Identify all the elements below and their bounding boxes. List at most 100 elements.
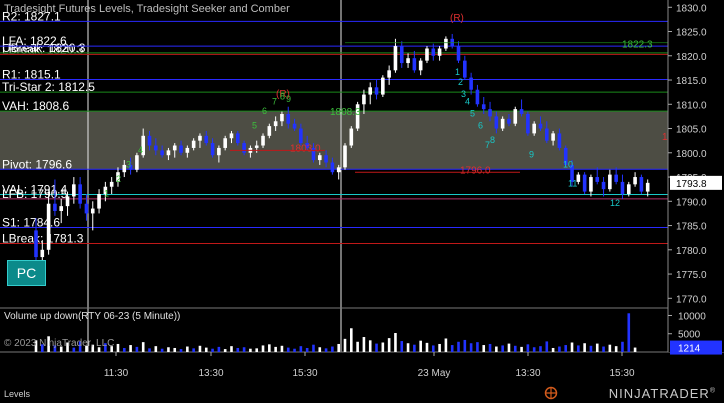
candle-body [532, 123, 536, 134]
time-tick-label: 15:30 [609, 368, 634, 379]
volume-bar [236, 347, 240, 352]
seeker-count-down: 10 [563, 159, 573, 169]
candle-body [254, 145, 259, 148]
chart-header-title: Tradesight Futures Levels, Tradesight Se… [4, 3, 290, 15]
volume-bar [331, 346, 334, 352]
candle-body [551, 133, 555, 141]
price-tick-label: 1830.0 [676, 3, 707, 14]
volume-bar [268, 344, 271, 352]
candle-body [229, 133, 234, 139]
candle-body [217, 147, 221, 156]
seeker-count-up: 6 [262, 106, 267, 116]
volume-bar [286, 347, 290, 352]
candle-body [235, 133, 240, 144]
candle-body [475, 89, 480, 105]
annotation-label: 1808.3 [330, 107, 361, 118]
candle-body [481, 104, 486, 110]
last-price-label: 1793.8 [676, 179, 707, 190]
candle-body [557, 133, 562, 148]
candle-body [595, 177, 600, 182]
volume-bar [141, 342, 145, 352]
candle-body [109, 181, 114, 187]
pc-button[interactable]: PC [7, 260, 46, 286]
candle-body [406, 58, 410, 64]
candle-body [286, 113, 291, 124]
volume-bar [356, 341, 359, 352]
candle-body [620, 181, 625, 195]
tab-levels[interactable]: Levels [4, 389, 30, 399]
volume-bar [167, 347, 170, 352]
volume-bar [337, 343, 340, 352]
candle-body [34, 230, 38, 258]
candle-body [135, 155, 139, 170]
price-tick-label: 1775.0 [676, 270, 707, 281]
volume-bar [368, 340, 372, 352]
brand-mark: ® [709, 387, 716, 395]
price-tick-label: 1790.0 [676, 197, 707, 208]
price-tick-label: 1785.0 [676, 222, 707, 233]
candle-body [160, 150, 164, 156]
candle-body [488, 109, 492, 117]
candle-body [463, 60, 467, 78]
candle-body [381, 77, 385, 95]
volume-bar [350, 328, 353, 352]
seeker-count-down: 5 [470, 108, 475, 118]
seeker-count-up: 4 [138, 145, 143, 155]
volume-bar [583, 343, 586, 352]
seeker-count-up: 8 [280, 91, 285, 101]
copyright-text: © 2023 NinjaTrader, LLC [4, 338, 115, 349]
volume-bar [255, 348, 259, 352]
time-tick-label: 13:30 [515, 368, 540, 379]
brand-text: NINJATRADER [608, 386, 710, 401]
volume-bar [387, 338, 391, 352]
candle-body [78, 184, 82, 204]
volume-bar [217, 346, 221, 352]
volume-bar [507, 343, 511, 352]
seeker-count-down: 11 [568, 179, 577, 189]
volume-bar [621, 341, 624, 352]
volume-bar [558, 346, 561, 352]
level-label: LBreak: 1781.3 [2, 231, 84, 245]
price-tick-label: 1805.0 [676, 125, 707, 136]
candle-body [393, 46, 398, 71]
seeker-count-down: 6 [478, 121, 483, 131]
level-label: LFB: 1790.5 [2, 187, 68, 201]
volume-bar [532, 347, 536, 352]
volume-bar [192, 348, 195, 352]
volume-bar [312, 344, 315, 352]
ninjatrader-logo-icon [544, 386, 558, 400]
candle-body [431, 48, 436, 56]
volume-bar [633, 347, 637, 352]
volume-bar [501, 345, 504, 352]
candle-body [387, 70, 391, 78]
time-tick-label: 11:30 [104, 368, 129, 379]
volume-bar [274, 346, 277, 352]
seeker-count-down: 9 [529, 150, 534, 160]
brand-name: NINJATRADER® [609, 386, 716, 401]
volume-bar [463, 339, 467, 352]
candle-body [343, 145, 347, 168]
volume-bar [375, 343, 378, 352]
candle-body [519, 109, 524, 114]
candle-body [456, 46, 461, 61]
volume-bar [318, 347, 322, 352]
candle-body [179, 145, 183, 153]
level-label: S1: 1784.6 [2, 215, 60, 229]
level-label: Pivot: 1796.6 [2, 157, 72, 171]
seeker-count-down: 8 [490, 135, 495, 145]
seeker-count-down: 1 [455, 67, 460, 77]
price-tick-label: 1800.0 [676, 149, 707, 160]
candle-body [336, 167, 341, 173]
volume-bar [148, 348, 151, 352]
volume-bar [589, 345, 593, 352]
seeker-count-up: 5 [252, 121, 257, 131]
candle-body [46, 203, 51, 250]
last-volume-label: 1214 [678, 344, 701, 355]
candle-body [72, 184, 76, 197]
candle-body [374, 87, 379, 95]
volume-bar [261, 345, 265, 352]
volume-bar [135, 346, 139, 352]
volume-bar [545, 341, 549, 352]
candle-body [507, 118, 511, 124]
volume-bar [280, 345, 284, 352]
